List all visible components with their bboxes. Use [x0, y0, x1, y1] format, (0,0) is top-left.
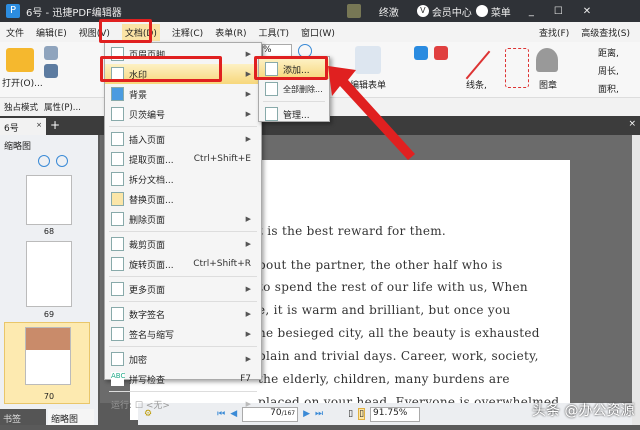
delete-page-icon [111, 212, 124, 226]
next-page-button[interactable]: ▶ [303, 409, 310, 419]
minimize-button[interactable]: _ [529, 6, 534, 17]
menu-tools[interactable]: 工具(T) [258, 26, 289, 39]
thumbnail-label: 70 [43, 392, 55, 401]
thumbnail-label: 69 [43, 310, 55, 319]
menu-item-bates-numbering[interactable]: 贝茨编号 ▶ [105, 104, 261, 124]
menu-item-encrypt[interactable]: 加密 ▶ [105, 349, 261, 369]
text-tool-icon[interactable] [414, 46, 428, 60]
thumbnail-label: 68 [43, 227, 55, 236]
bates-icon [111, 107, 124, 121]
delete-watermark-icon [265, 82, 278, 96]
highlight-box-add [254, 56, 328, 80]
folder-icon[interactable] [6, 48, 34, 72]
panel-title: 缩略图 [4, 142, 32, 152]
submenu-item-delete-all[interactable]: 全部删除... [259, 79, 329, 99]
menu-item-run: 运行: ☐ <无> ▶ [111, 400, 251, 411]
main-menu-button[interactable]: 菜单 [491, 4, 511, 19]
shapes-icon[interactable] [505, 48, 529, 88]
watermark-logo: 头条 @办公资源 [532, 403, 635, 419]
member-icon: V [416, 5, 429, 17]
tab-thumbnails[interactable]: 缩略图 [48, 409, 94, 425]
distance-button[interactable]: 距离, [598, 46, 619, 59]
lines-button[interactable]: 线条, [466, 78, 487, 91]
menu-item-crop-pages[interactable]: 裁剪页面 ▶ [105, 234, 261, 254]
stamp-icon[interactable] [536, 48, 558, 72]
background-icon [111, 87, 124, 101]
menu-item-split-document[interactable]: 拆分文档... [105, 169, 261, 189]
tab-bookmarks[interactable]: 书签 [0, 409, 46, 425]
maximize-button[interactable]: ☐ [554, 6, 563, 17]
split-icon [111, 172, 124, 186]
menu-window[interactable]: 窗口(W) [301, 26, 335, 39]
properties-button[interactable]: 属性(P)... [44, 101, 81, 113]
open-button[interactable]: 打开(O)... [2, 76, 43, 89]
user-name[interactable]: 终激 [379, 4, 399, 19]
comment-icon[interactable] [434, 46, 448, 60]
menu-item-sign-initial[interactable]: 签名与缩写 ▶ [105, 324, 261, 344]
menu-item-insert-pages[interactable]: 插入页面 ▶ [105, 129, 261, 149]
extract-page-icon [111, 152, 124, 166]
close-button[interactable]: ✕ [583, 6, 591, 17]
manage-watermark-icon [265, 107, 278, 121]
document-menu: 页眉页脚 ▶ 水印 ▶ 背景 ▶ 贝茨编号 ▶ 插入页面 ▶ 提取页面... Ctrl+Sh… [104, 42, 262, 411]
advanced-find-button[interactable]: 高级查找(S) [581, 26, 630, 39]
avatar[interactable] [346, 4, 361, 18]
last-page-button[interactable]: ⏭ [315, 409, 323, 419]
zoom-in-thumb-icon[interactable] [38, 155, 50, 167]
menu-item-extract-pages[interactable]: 提取页面... Ctrl+Shift+E [105, 149, 261, 169]
menu-item-digital-signature[interactable]: 数字签名 ▶ [105, 304, 261, 324]
menu-form[interactable]: 表单(R) [215, 26, 246, 39]
menu-item-more-pages[interactable]: 更多页面 ▶ [105, 279, 261, 299]
menu-icon [475, 5, 488, 17]
highlight-box-document-menu [99, 19, 152, 43]
tab-6[interactable]: 6号 × [0, 118, 46, 135]
red-arrow-annotation [328, 66, 415, 160]
app-logo-icon: P [6, 4, 20, 18]
thumbnail-panel: 缩略图 68 69 70 书签 缩略图 [0, 135, 98, 425]
insert-page-icon [111, 132, 124, 146]
spell-check-icon: ABC [111, 372, 125, 386]
stamp-button[interactable]: 图章 [539, 78, 557, 91]
single-page-icon[interactable]: ▯ [348, 409, 353, 419]
close-tab-icon[interactable]: × [36, 121, 42, 129]
menu-item-rotate-pages[interactable]: 旋转页面... Ctrl+Shift+R [105, 254, 261, 274]
area-button[interactable]: 面积, [598, 82, 619, 95]
menu-item-background[interactable]: 背景 ▶ [105, 84, 261, 104]
zoom-out-thumb-icon[interactable] [56, 155, 68, 167]
thumbnail-68[interactable] [26, 175, 72, 225]
menu-edit[interactable]: 编辑(E) [36, 26, 67, 39]
line-tool-icon[interactable] [465, 50, 491, 80]
find-button[interactable]: 查找(F) [539, 26, 569, 39]
rotate-icon [111, 257, 124, 271]
exclusive-mode-button[interactable]: 独占模式 [4, 101, 38, 113]
encrypt-icon [111, 352, 124, 366]
menu-item-delete-pages[interactable]: 删除页面 ▶ [105, 209, 261, 229]
submenu-item-manage[interactable]: 管理... [259, 104, 329, 124]
close-panel-icon[interactable]: × [628, 119, 636, 129]
window-title: 6号 - 迅捷PDF编辑器 [26, 7, 122, 19]
more-pages-icon [111, 282, 124, 296]
save-icon[interactable] [44, 46, 58, 60]
highlight-box-watermark [100, 56, 222, 82]
zoom-input[interactable]: 91.75% [370, 406, 421, 422]
member-center-link[interactable]: 会员中心 [432, 4, 472, 19]
menu-item-spell-check[interactable]: ABC 拼写检查 F7 [105, 369, 261, 389]
sign-initial-icon [111, 327, 124, 341]
title-bar: P 6号 - 迅捷PDF编辑器 终激 V 会员中心 菜单 _ ☐ ✕ [0, 0, 640, 22]
thumbnail-69[interactable] [26, 241, 72, 307]
menu-file[interactable]: 文件 [6, 26, 24, 39]
menu-item-replace-pages[interactable]: 替换页面... [105, 189, 261, 209]
menu-bar: 文件 编辑(E) 视图(V) 文档(D) 注释(C) 表单(R) 工具(T) 窗… [0, 22, 640, 42]
menu-comment[interactable]: 注释(C) [172, 26, 203, 39]
signature-icon [111, 307, 124, 321]
continuous-page-icon[interactable]: ▯ [358, 408, 366, 420]
perimeter-button[interactable]: 周长, [598, 64, 619, 77]
crop-icon [111, 237, 124, 251]
print-icon[interactable] [44, 64, 58, 78]
vertical-scrollbar[interactable] [632, 135, 640, 425]
replace-page-icon [111, 192, 124, 206]
new-tab-button[interactable]: + [50, 118, 60, 132]
